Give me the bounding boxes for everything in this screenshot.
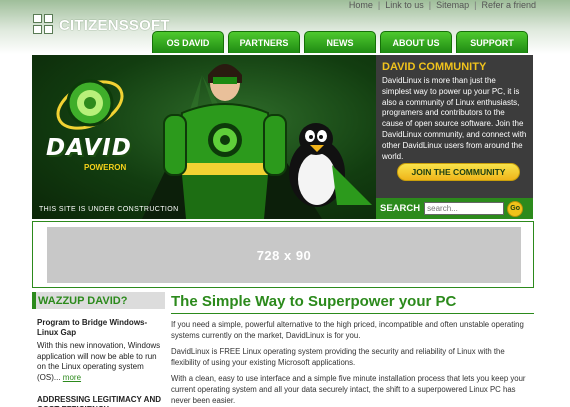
free-linux-paragraph: DavidLinux is FREE Linux operating syste… [171, 347, 505, 367]
divider: | [377, 0, 381, 10]
nav-tab-support[interactable]: SUPPORT [456, 31, 528, 53]
news-item-title[interactable]: ADDRESSING LEGITIMACY AND COST EFFICIENC… [37, 395, 165, 407]
news-item-text: With this new innovation, Windows applic… [37, 341, 165, 383]
news-sidebar: WAZZUP DAVID? Program to Bridge Windows-… [32, 292, 165, 407]
join-community-button[interactable]: JOIN THE COMMUNITY [397, 163, 520, 181]
orbit-emblem-icon [56, 79, 124, 130]
nav-tab-partners[interactable]: PARTNERS [228, 31, 300, 53]
toplink-home[interactable]: Home [349, 0, 373, 10]
nav-tab-about-us[interactable]: ABOUT US [380, 31, 452, 53]
nav-tab-os-david[interactable]: OS DAVID [152, 31, 224, 53]
news-item-summary: With this new innovation, Windows applic… [37, 341, 161, 382]
citizenssoft-logo[interactable]: CITIZENSSOFT [33, 14, 170, 36]
main-content: The Simple Way to Superpower your PC If … [171, 293, 534, 406]
header: CITIZENSSOFT Home | Link to us | Sitemap… [0, 0, 570, 54]
logo-squares-icon [33, 14, 55, 36]
poweron-subtitle: POWERON [84, 163, 127, 172]
intro-paragraph: If you need a simple, powerful alternati… [171, 320, 524, 340]
news-item-title[interactable]: Program to Bridge Windows-Linux Gap [37, 318, 165, 337]
search-bar: SEARCH Go [376, 198, 533, 219]
sidebar-title: WAZZUP DAVID? [32, 292, 165, 309]
ad-container: 728 x 90 [32, 221, 534, 288]
go-button[interactable]: Go [507, 200, 524, 217]
interface-paragraph: With a clean, easy to use interface and … [171, 374, 526, 405]
ad-placeholder[interactable]: 728 x 90 [47, 227, 521, 283]
community-title: DAVID COMMUNITY [382, 61, 487, 73]
top-links: Home | Link to us | Sitemap | Refer a fr… [349, 0, 536, 10]
more-link[interactable]: more [63, 373, 81, 382]
hero-banner: DAVID POWERON THIS SITE IS UNDER CONSTRU… [32, 55, 376, 219]
divider: | [474, 0, 477, 10]
toplink-sitemap[interactable]: Sitemap [436, 0, 469, 10]
david-logo-text: DAVID [46, 135, 132, 161]
penguin-mascot [289, 123, 372, 207]
search-input[interactable] [424, 202, 505, 215]
search-label: SEARCH [380, 203, 421, 214]
community-panel: DAVID COMMUNITY DavidLinux is more than … [376, 55, 533, 198]
page-title: The Simple Way to Superpower your PC [171, 293, 534, 314]
toplink-link-to-us[interactable]: Link to us [385, 0, 424, 10]
main-nav: OS DAVID PARTNERS NEWS ABOUT US SUPPORT [152, 31, 528, 53]
superhero-figure [142, 64, 322, 219]
nav-tab-news[interactable]: NEWS [304, 31, 376, 53]
toplink-refer-a-friend[interactable]: Refer a friend [481, 0, 536, 10]
divider: | [428, 0, 432, 10]
construction-notice: THIS SITE IS UNDER CONSTRUCTION [39, 206, 179, 213]
community-text: DavidLinux is more than just the simples… [382, 76, 527, 161]
